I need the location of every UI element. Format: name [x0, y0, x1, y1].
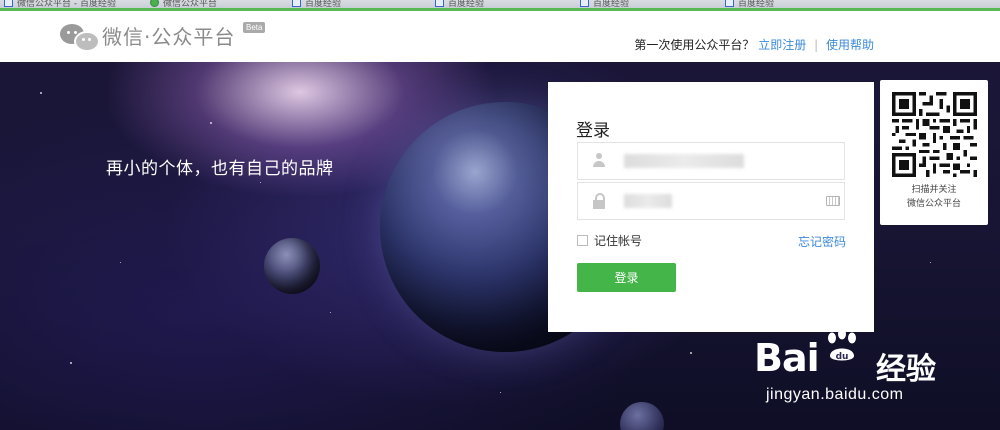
beta-badge: Beta [243, 22, 266, 33]
qr-card: 扫描并关注 微信公众平台 [880, 80, 988, 225]
browser-tab[interactable]: 百度经验 [725, 0, 774, 8]
page-icon [580, 0, 589, 7]
planet-illustration-small [620, 402, 664, 430]
browser-tab-label: 微信公众平台 - 百度经验 [17, 0, 116, 8]
hero-slogan: 再小的个体，也有自己的品牌 [106, 159, 334, 179]
page-icon [435, 0, 444, 7]
login-title: 登录 [576, 121, 610, 141]
watermark-url: jingyan.baidu.com [766, 386, 904, 403]
first-time-prompt: 第一次使用公众平台？ [634, 38, 755, 52]
login-panel: 登录 xxxxxxxxxxxxxxxx •••••• 记住帐号 忘记密码 登录 [548, 82, 874, 332]
remember-account[interactable]: 记住帐号 [577, 232, 642, 249]
qr-caption: 扫描并关注 微信公众平台 [880, 183, 988, 211]
browser-tab-label: 百度经验 [305, 0, 342, 8]
site-header: 微信·公众平台 Beta 第一次使用公众平台？ 立即注册 | 使用帮助 [0, 11, 1000, 62]
logo-text: 微信·公众平台 [102, 25, 236, 49]
svg-text:du: du [836, 352, 849, 362]
qr-caption-line1: 扫描并关注 [911, 185, 957, 195]
paw-icon: du [828, 328, 856, 362]
browser-tab[interactable]: 微信公众平台 - 百度经验 [4, 0, 116, 8]
moon-illustration [264, 238, 320, 294]
baidu-jingyan-watermark: Bai du 经验 jingyan.baidu.com [740, 320, 990, 420]
remember-label: 记住帐号 [594, 234, 643, 248]
keyboard-icon[interactable] [826, 196, 840, 206]
wechat-logo[interactable]: 微信·公众平台 [60, 21, 236, 52]
browser-tab[interactable]: 百度经验 [435, 0, 484, 8]
lock-icon [592, 193, 606, 209]
watermark-brand-cn: 经验 [876, 352, 936, 387]
qr-code [892, 92, 977, 177]
register-link[interactable]: 立即注册 [758, 38, 806, 52]
browser-tab[interactable]: 百度经验 [292, 0, 341, 8]
page-icon [292, 0, 301, 7]
browser-tab[interactable]: 百度经验 [580, 0, 629, 8]
remember-checkbox[interactable] [577, 235, 588, 246]
wechat-icon [150, 0, 159, 7]
browser-tab-label: 微信公众平台 [163, 0, 218, 8]
page-icon [725, 0, 734, 7]
user-icon [592, 153, 606, 169]
qr-caption-line2: 微信公众平台 [906, 199, 961, 209]
browser-tab-label: 百度经验 [448, 0, 485, 8]
browser-tab[interactable]: 微信公众平台 [150, 0, 217, 8]
watermark-brand: Bai [754, 336, 820, 380]
login-button[interactable]: 登录 [577, 263, 676, 292]
browser-tab-label: 百度经验 [593, 0, 630, 8]
header-links: 第一次使用公众平台？ 立即注册 | 使用帮助 [634, 36, 874, 53]
password-value: •••••• [624, 194, 672, 208]
username-value: xxxxxxxxxxxxxxxx [624, 154, 744, 168]
browser-tab-label: 百度经验 [738, 0, 775, 8]
wechat-icon [60, 22, 100, 52]
username-field[interactable]: xxxxxxxxxxxxxxxx [577, 142, 845, 180]
password-field[interactable]: •••••• [577, 182, 845, 220]
help-link[interactable]: 使用帮助 [826, 38, 874, 52]
page-icon [4, 0, 13, 7]
link-separator: | [814, 38, 819, 52]
forgot-password-link[interactable]: 忘记密码 [798, 233, 846, 250]
browser-tab-strip: 微信公众平台 - 百度经验 微信公众平台 百度经验 百度经验 百度经验 百度经验 [0, 0, 1000, 8]
